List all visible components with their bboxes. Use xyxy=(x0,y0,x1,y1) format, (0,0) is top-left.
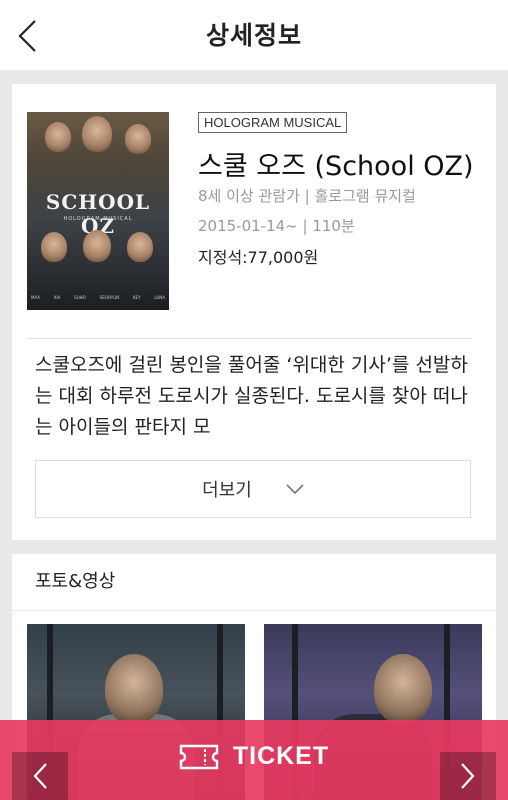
ticket-icon xyxy=(179,744,219,769)
ticket-label: TICKET xyxy=(232,742,330,770)
ticket-button[interactable]: TICKET xyxy=(0,720,508,800)
show-title: 스쿨 오즈 (School OZ) xyxy=(198,151,474,182)
divider xyxy=(27,338,472,339)
app-header: 상세정보 xyxy=(0,0,508,70)
prev-button[interactable] xyxy=(12,752,68,800)
next-button[interactable] xyxy=(440,752,496,800)
media-section-title: 포토&영상 xyxy=(35,571,116,592)
date-runtime: 2015-01-14~ | 110분 xyxy=(198,217,355,235)
genre-badge: HOLOGRAM MUSICAL xyxy=(198,112,348,133)
seat-price: 지정석:77,000원 xyxy=(198,248,319,267)
more-button-label: 더보기 xyxy=(202,480,252,501)
page-title: 상세정보 xyxy=(205,21,302,50)
divider xyxy=(12,610,496,611)
show-info-card: SCHOOL OZ HOLOGRAM MUSICAL MAX XIA SUHO … xyxy=(12,84,496,540)
more-button[interactable]: 더보기 xyxy=(35,460,471,518)
chevron-left-icon xyxy=(33,763,47,789)
rating-genre: 8세 이상 관람가 | 홀로그램 뮤지컬 xyxy=(198,187,416,205)
synopsis-text: 스쿨오즈에 걸린 봉인을 풀어줄 ‘위대한 기사’를 선발하는 대회 하루전 도… xyxy=(35,354,468,438)
chevron-right-icon xyxy=(461,763,475,789)
poster-subtitle: HOLOGRAM MUSICAL xyxy=(63,216,133,222)
show-poster[interactable]: SCHOOL OZ HOLOGRAM MUSICAL MAX XIA SUHO … xyxy=(27,112,169,310)
poster-cast-names: MAX XIA SUHO SEOHYUN KEY LUNA xyxy=(31,295,165,300)
chevron-down-icon xyxy=(286,484,304,494)
